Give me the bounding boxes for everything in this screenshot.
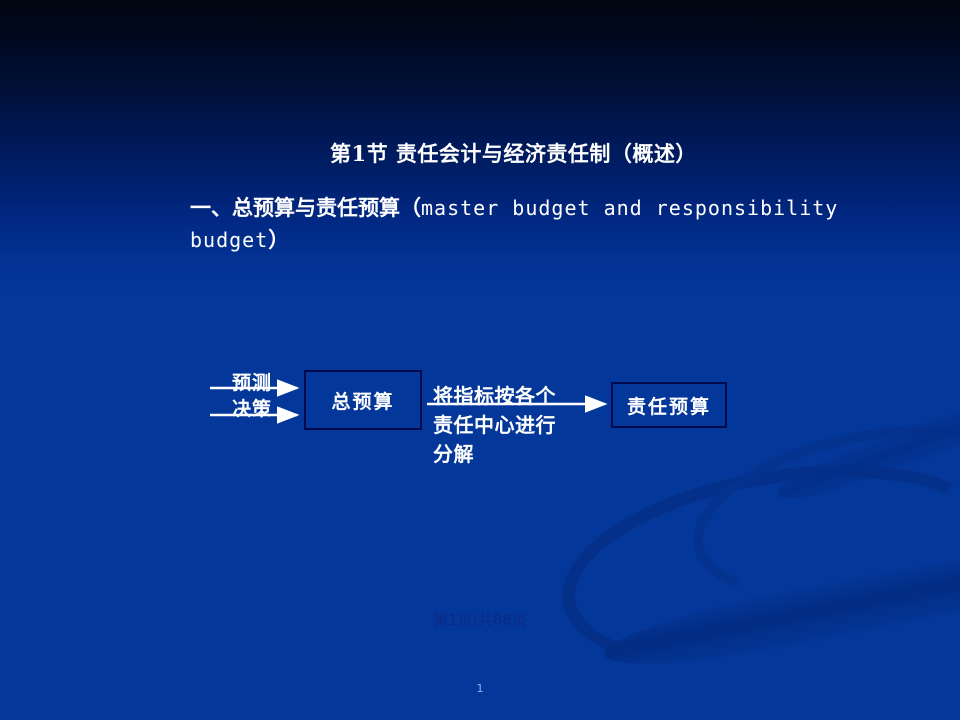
- slide-canvas: 第1节 责任会计与经济责任制（概述） 一、总预算与责任预算（master bud…: [0, 0, 960, 720]
- edge-label-forecast: 预测: [232, 372, 273, 394]
- edge-label-decision: 决策: [232, 398, 273, 420]
- edge-label-decompose-line-1: 将指标按各个: [433, 384, 556, 408]
- edge-label-decompose-line-2: 责任中心进行: [433, 413, 556, 437]
- slide-number: 1: [476, 682, 484, 695]
- diagram-node-master-budget: 总预算: [304, 370, 422, 430]
- page-indicator: 第1页/共68页: [433, 611, 527, 629]
- edge-label-decompose: 将指标按各个 责任中心进行 分解: [433, 382, 556, 469]
- edge-label-decompose-line-3: 分解: [433, 442, 474, 466]
- diagram-node-responsibility-budget: 责任预算: [611, 382, 727, 428]
- diagram-node-responsibility-budget-label: 责任预算: [626, 395, 711, 418]
- diagram-node-master-budget-label: 总预算: [331, 390, 395, 413]
